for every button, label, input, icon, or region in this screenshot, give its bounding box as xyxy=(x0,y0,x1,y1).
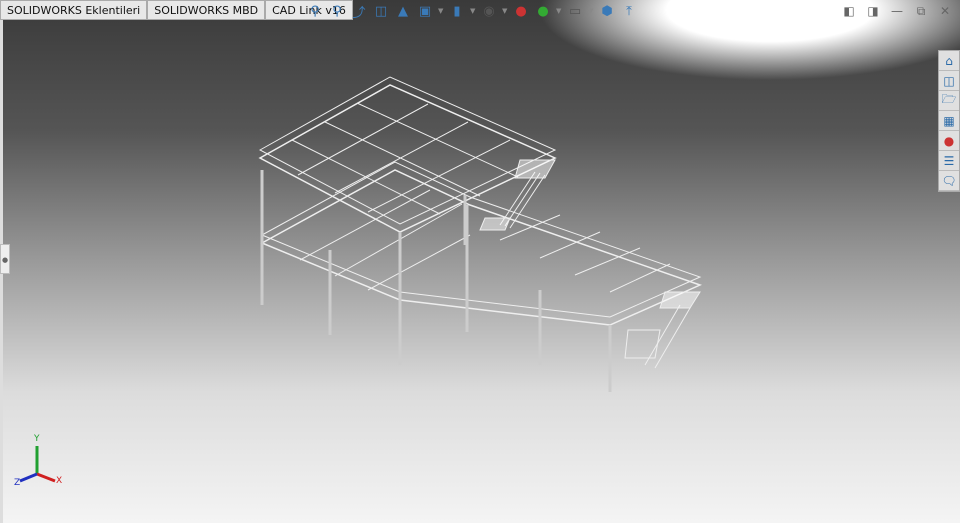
stairs xyxy=(479,159,701,369)
coordinate-triad: Y X Z xyxy=(12,434,72,498)
lower-deck xyxy=(260,161,703,326)
columns xyxy=(260,170,612,392)
y-axis-label: Y xyxy=(34,434,40,444)
x-axis-label: X xyxy=(56,476,63,486)
structure-model-wireframe[interactable] xyxy=(0,0,960,523)
z-axis-label: Z xyxy=(14,478,21,488)
z-axis-arrow xyxy=(19,472,38,483)
x-axis-arrow xyxy=(36,472,56,483)
